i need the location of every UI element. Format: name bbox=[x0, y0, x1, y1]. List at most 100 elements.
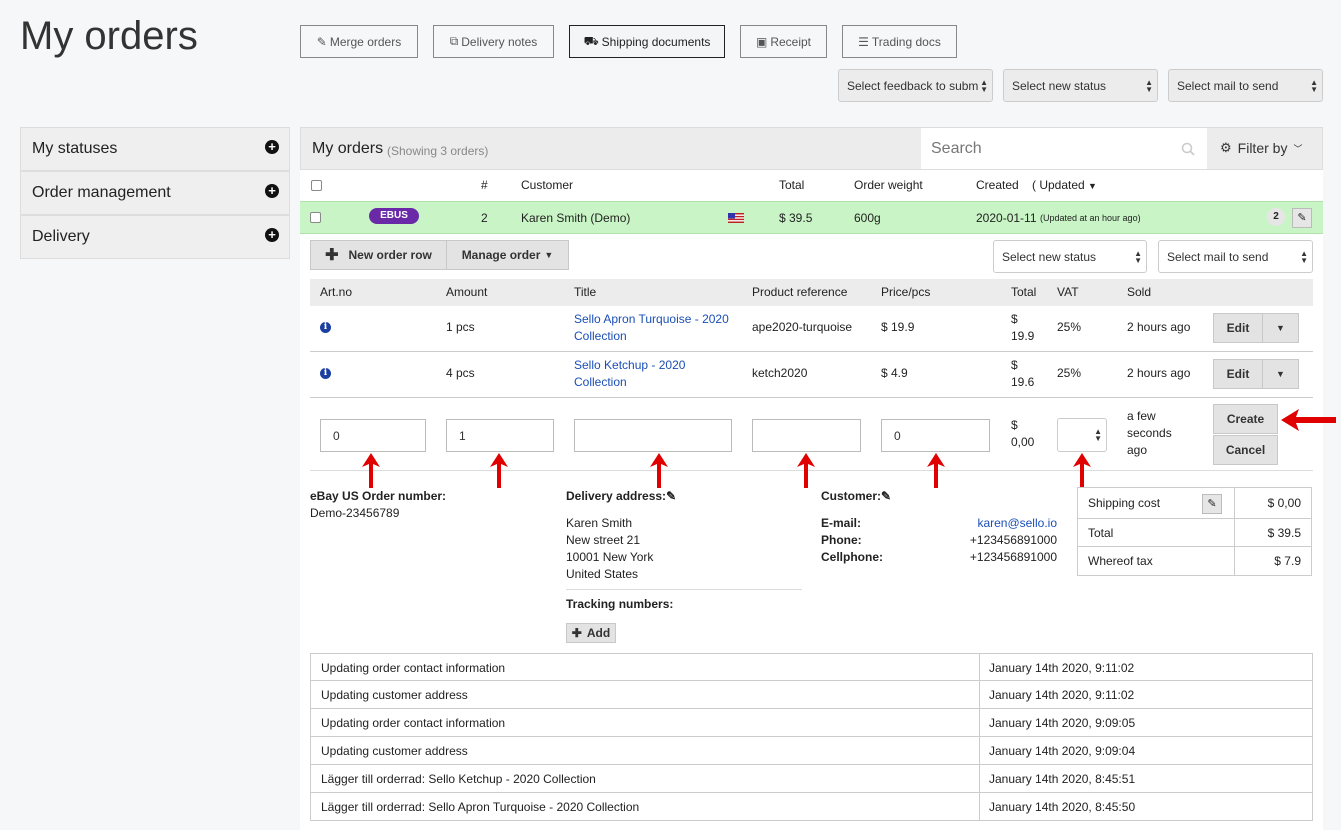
add-tracking-button[interactable]: ✚ Add bbox=[566, 623, 616, 643]
col-customer: Customer bbox=[521, 178, 574, 192]
item-price: $ 4.9 bbox=[881, 366, 908, 380]
tax-label: Whereof tax bbox=[1088, 554, 1153, 568]
order-summary: Shipping cost ✎ $ 0,00 Total $ 39.5 Wher… bbox=[1077, 487, 1312, 576]
select-all-checkbox[interactable] bbox=[311, 180, 322, 191]
new-order-row-button[interactable]: ✚ New order row bbox=[310, 240, 447, 270]
info-icon[interactable]: i bbox=[320, 368, 331, 379]
order-checkbox[interactable] bbox=[310, 212, 321, 223]
artno-input[interactable]: 0 bbox=[320, 419, 426, 452]
title-input[interactable] bbox=[574, 419, 732, 452]
edit-button[interactable]: Edit bbox=[1213, 359, 1263, 389]
divider bbox=[310, 351, 1313, 352]
us-flag-icon bbox=[728, 213, 744, 223]
pencil-icon: ✎ bbox=[1207, 498, 1217, 510]
col-number: # bbox=[481, 178, 488, 192]
divider bbox=[566, 589, 802, 590]
copy-icon: ⧉ bbox=[449, 34, 459, 48]
cellphone-value: +123456891000 bbox=[969, 550, 1057, 564]
page-title: My orders bbox=[20, 14, 198, 58]
edit-dropdown-button[interactable]: ▼ bbox=[1262, 313, 1299, 343]
search-input[interactable]: Search bbox=[921, 128, 1207, 169]
feedback-select[interactable]: Select feedback to subm ▲ ▼ bbox=[838, 69, 993, 102]
status-select[interactable]: Select new status ▲ ▼ bbox=[1003, 69, 1158, 102]
delivery-notes-button[interactable]: ⧉ Delivery notes bbox=[433, 25, 554, 58]
phone-label: Phone: bbox=[821, 533, 862, 547]
shipping-cost-value: $ 0,00 bbox=[1267, 496, 1301, 510]
edit-order-button[interactable]: ✎ bbox=[1292, 208, 1312, 228]
col-artno: Art.no bbox=[320, 285, 353, 299]
select-arrows-icon: ▲ ▼ bbox=[1134, 249, 1142, 265]
item-vat: 25% bbox=[1057, 366, 1082, 380]
edit-dropdown-button[interactable]: ▼ bbox=[1262, 359, 1299, 389]
list-icon: ☰ bbox=[858, 34, 869, 49]
new-row-total: $0,00 bbox=[1011, 418, 1035, 449]
item-amount: 4 pcs bbox=[446, 366, 475, 380]
order-status-select[interactable]: Select new status ▲ ▼ bbox=[993, 240, 1147, 273]
log-row: Lägger till orderrad: Sello Ketchup - 20… bbox=[310, 765, 1313, 793]
select-arrows-icon: ▲ ▼ bbox=[980, 78, 988, 94]
cancel-button[interactable]: Cancel bbox=[1213, 435, 1278, 465]
annotation-arrow-icon bbox=[1281, 409, 1336, 431]
col-total: Total bbox=[779, 178, 805, 192]
receipt-icon: ▣ bbox=[755, 34, 768, 49]
order-mail-select[interactable]: Select mail to send ▲ ▼ bbox=[1158, 240, 1313, 273]
tracking-label: Tracking numbers: bbox=[566, 597, 674, 611]
info-icon[interactable]: i bbox=[320, 322, 331, 333]
log-row: Updating customer address January 14th 20… bbox=[310, 681, 1313, 709]
order-created: 2020-01-11 bbox=[976, 211, 1037, 225]
product-reference-input[interactable] bbox=[752, 419, 861, 452]
amount-input[interactable]: 1 bbox=[446, 419, 554, 452]
plus-circle-icon[interactable]: + bbox=[265, 140, 279, 154]
phone-value: +123456891000 bbox=[969, 533, 1057, 547]
price-input[interactable]: 0 bbox=[881, 419, 990, 452]
filter-by-button[interactable]: ⚙ Filter by ﹀ bbox=[1220, 140, 1302, 156]
item-price: $ 19.9 bbox=[881, 320, 915, 334]
plus-icon: ✚ bbox=[571, 626, 582, 640]
item-title-link[interactable]: Sello Apron Turquoise - 2020 Collection bbox=[574, 311, 729, 345]
item-title-link[interactable]: Sello Ketchup - 2020 Collection bbox=[574, 357, 685, 391]
address-street: New street 21 bbox=[566, 533, 641, 547]
col-title: Title bbox=[574, 285, 597, 299]
sidebar-item-order-management[interactable]: Order management + bbox=[20, 171, 290, 215]
plus-circle-icon[interactable]: + bbox=[265, 228, 279, 242]
pencil-icon[interactable]: ✎ bbox=[666, 489, 676, 503]
shipping-cost-label: Shipping cost bbox=[1088, 496, 1161, 510]
caret-down-icon: ▼ bbox=[1276, 369, 1285, 379]
trading-docs-button[interactable]: ☰ Trading docs bbox=[842, 25, 957, 58]
col-created[interactable]: Created bbox=[976, 178, 1019, 192]
edit-icon: ✎ bbox=[316, 34, 327, 49]
item-reference: ketch2020 bbox=[752, 366, 808, 380]
email-link[interactable]: karen@sello.io bbox=[977, 515, 1057, 532]
address-city: 10001 New York bbox=[566, 550, 654, 564]
divider bbox=[1078, 546, 1311, 547]
receipt-button[interactable]: ▣ Receipt bbox=[740, 25, 827, 58]
edit-button[interactable]: Edit bbox=[1213, 313, 1263, 343]
log-row: Updating order contact information Januar… bbox=[310, 653, 1313, 681]
sidebar-item-my-statuses[interactable]: My statuses + bbox=[20, 127, 290, 171]
shipping-documents-button[interactable]: ⛟ Shipping documents bbox=[569, 25, 725, 58]
vat-select[interactable]: ▲ ▼ bbox=[1057, 418, 1107, 452]
merge-orders-button[interactable]: ✎ Merge orders bbox=[300, 25, 418, 58]
sidebar-item-delivery[interactable]: Delivery + bbox=[20, 215, 290, 259]
search-icon bbox=[1181, 142, 1195, 156]
plus-circle-icon[interactable]: + bbox=[265, 184, 279, 198]
col-sold: Sold bbox=[1127, 285, 1152, 299]
mail-select[interactable]: Select mail to send ▲ ▼ bbox=[1168, 69, 1323, 102]
order-total: $ 39.5 bbox=[779, 211, 813, 225]
caret-down-icon: ▼ bbox=[1088, 181, 1097, 191]
create-button[interactable]: Create bbox=[1213, 404, 1278, 434]
col-vat: VAT bbox=[1057, 285, 1079, 299]
edit-shipping-button[interactable]: ✎ bbox=[1202, 494, 1222, 514]
divider bbox=[1078, 518, 1311, 519]
item-amount: 1 pcs bbox=[446, 320, 475, 334]
col-updated[interactable]: ( Updated ▼ bbox=[1032, 178, 1097, 192]
order-customer: Karen Smith (Demo) bbox=[521, 211, 631, 225]
annotation-arrow-icon bbox=[1073, 453, 1091, 488]
manage-order-button[interactable]: Manage order ▼ bbox=[446, 240, 569, 270]
total-value: $ 39.5 bbox=[1267, 526, 1301, 540]
order-row[interactable]: EBUS 2 Karen Smith (Demo) $ 39.5 600g 20… bbox=[300, 201, 1323, 234]
select-arrows-icon: ▲ ▼ bbox=[1300, 249, 1308, 265]
plus-icon: ✚ bbox=[325, 247, 339, 264]
annotation-arrow-icon bbox=[797, 453, 815, 488]
pencil-icon[interactable]: ✎ bbox=[881, 489, 891, 503]
